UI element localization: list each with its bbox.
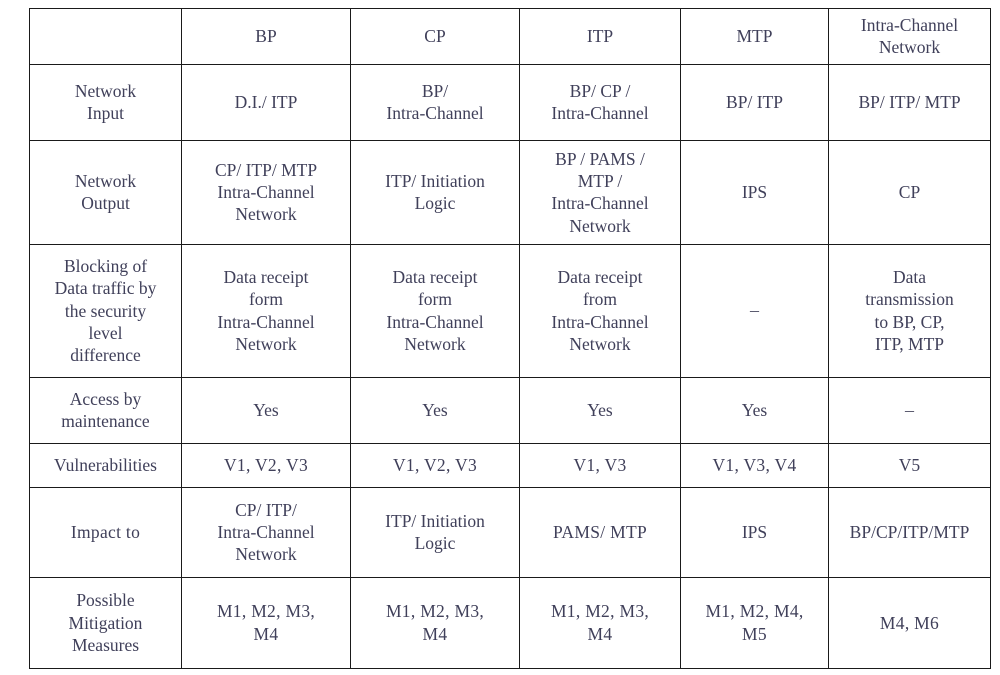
cell-blocking-cp: Data receipt form Intra-Channel Network [350, 243, 520, 378]
cell-vulnerabilities-bp: V1, V2, V3 [181, 442, 351, 488]
cell-mitigation-itp: M1, M2, M3, M4 [519, 576, 681, 669]
cell-access-mtp: Yes [680, 376, 829, 444]
column-header-bp-text: BP [255, 26, 277, 47]
table-row: Blocking of Data traffic by the security… [29, 243, 991, 378]
comparison-table-container: BP CP ITP MTP Intra-Channel Network Netw… [29, 8, 991, 669]
cell-network-output-bp: CP/ ITP/ MTP Intra-Channel Network [181, 139, 351, 245]
cell-mitigation-intra-channel-network: M4, M6 [828, 576, 991, 669]
column-header-mtp: MTP [680, 8, 829, 65]
component-security-comparison-table: BP CP ITP MTP Intra-Channel Network Netw… [29, 8, 991, 669]
row-label-network-input: Network Input [29, 63, 182, 141]
cell-impact-cp: ITP/ Initiation Logic [350, 486, 520, 578]
cell-network-output-mtp: IPS [680, 139, 829, 245]
row-label-blocking-of-data-traffic: Blocking of Data traffic by the security… [29, 243, 182, 378]
column-header-itp-text: ITP [586, 26, 614, 47]
cell-network-input-mtp: BP/ ITP [680, 63, 829, 141]
cell-impact-intra-channel-network: BP/CP/ITP/MTP [828, 486, 991, 578]
row-label-impact-to: Impact to [29, 486, 182, 578]
cell-impact-itp: PAMS/ MTP [519, 486, 681, 578]
table-row: Network Output CP/ ITP/ MTP Intra-Channe… [29, 139, 991, 245]
table-corner-cell [29, 8, 182, 65]
table-row: Impact to CP/ ITP/ Intra-Channel Network… [29, 486, 991, 578]
row-label-vulnerabilities: Vulnerabilities [29, 442, 182, 488]
column-header-mtp-text: MTP [736, 26, 773, 47]
cell-network-input-intra-channel-network: BP/ ITP/ MTP [828, 63, 991, 141]
table-header-row: BP CP ITP MTP Intra-Channel Network [29, 8, 991, 65]
table-row: Access by maintenance Yes Yes Yes Yes – [29, 376, 991, 444]
cell-blocking-intra-channel-network: Data transmission to BP, CP, ITP, MTP [828, 243, 991, 378]
cell-vulnerabilities-cp: V1, V2, V3 [350, 442, 520, 488]
cell-mitigation-cp: M1, M2, M3, M4 [350, 576, 520, 669]
column-header-bp: BP [181, 8, 351, 65]
cell-mitigation-mtp: M1, M2, M4, M5 [680, 576, 829, 669]
cell-access-bp: Yes [181, 376, 351, 444]
cell-network-input-itp: BP/ CP / Intra-Channel [519, 63, 681, 141]
cell-vulnerabilities-intra-channel-network: V5 [828, 442, 991, 488]
cell-access-intra-channel-network: – [828, 376, 991, 444]
cell-network-input-bp: D.I./ ITP [181, 63, 351, 141]
row-label-access-by-maintenance: Access by maintenance [29, 376, 182, 444]
cell-network-input-cp: BP/ Intra-Channel [350, 63, 520, 141]
column-header-intra-channel-network: Intra-Channel Network [828, 8, 991, 65]
cell-access-itp: Yes [519, 376, 681, 444]
cell-blocking-itp: Data receipt from Intra-Channel Network [519, 243, 681, 378]
row-label-network-output: Network Output [29, 139, 182, 245]
cell-network-output-cp: ITP/ Initiation Logic [350, 139, 520, 245]
cell-mitigation-bp: M1, M2, M3, M4 [181, 576, 351, 669]
cell-network-output-intra-channel-network: CP [828, 139, 991, 245]
cell-impact-mtp: IPS [680, 486, 829, 578]
column-header-cp: CP [350, 8, 520, 65]
cell-access-cp: Yes [350, 376, 520, 444]
column-header-intra-channel-network-text: Intra-Channel Network [860, 15, 959, 58]
column-header-itp: ITP [519, 8, 681, 65]
table-row: Network Input D.I./ ITP BP/ Intra-Channe… [29, 63, 991, 141]
cell-blocking-mtp: – [680, 243, 829, 378]
column-header-cp-text: CP [424, 26, 446, 47]
cell-vulnerabilities-mtp: V1, V3, V4 [680, 442, 829, 488]
cell-network-output-itp: BP / PAMS / MTP / Intra-Channel Network [519, 139, 681, 245]
table-row: Possible Mitigation Measures M1, M2, M3,… [29, 576, 991, 669]
cell-vulnerabilities-itp: V1, V3 [519, 442, 681, 488]
row-label-possible-mitigation-measures: Possible Mitigation Measures [29, 576, 182, 669]
cell-blocking-bp: Data receipt form Intra-Channel Network [181, 243, 351, 378]
table-row: Vulnerabilities V1, V2, V3 V1, V2, V3 V1… [29, 442, 991, 488]
cell-impact-bp: CP/ ITP/ Intra-Channel Network [181, 486, 351, 578]
